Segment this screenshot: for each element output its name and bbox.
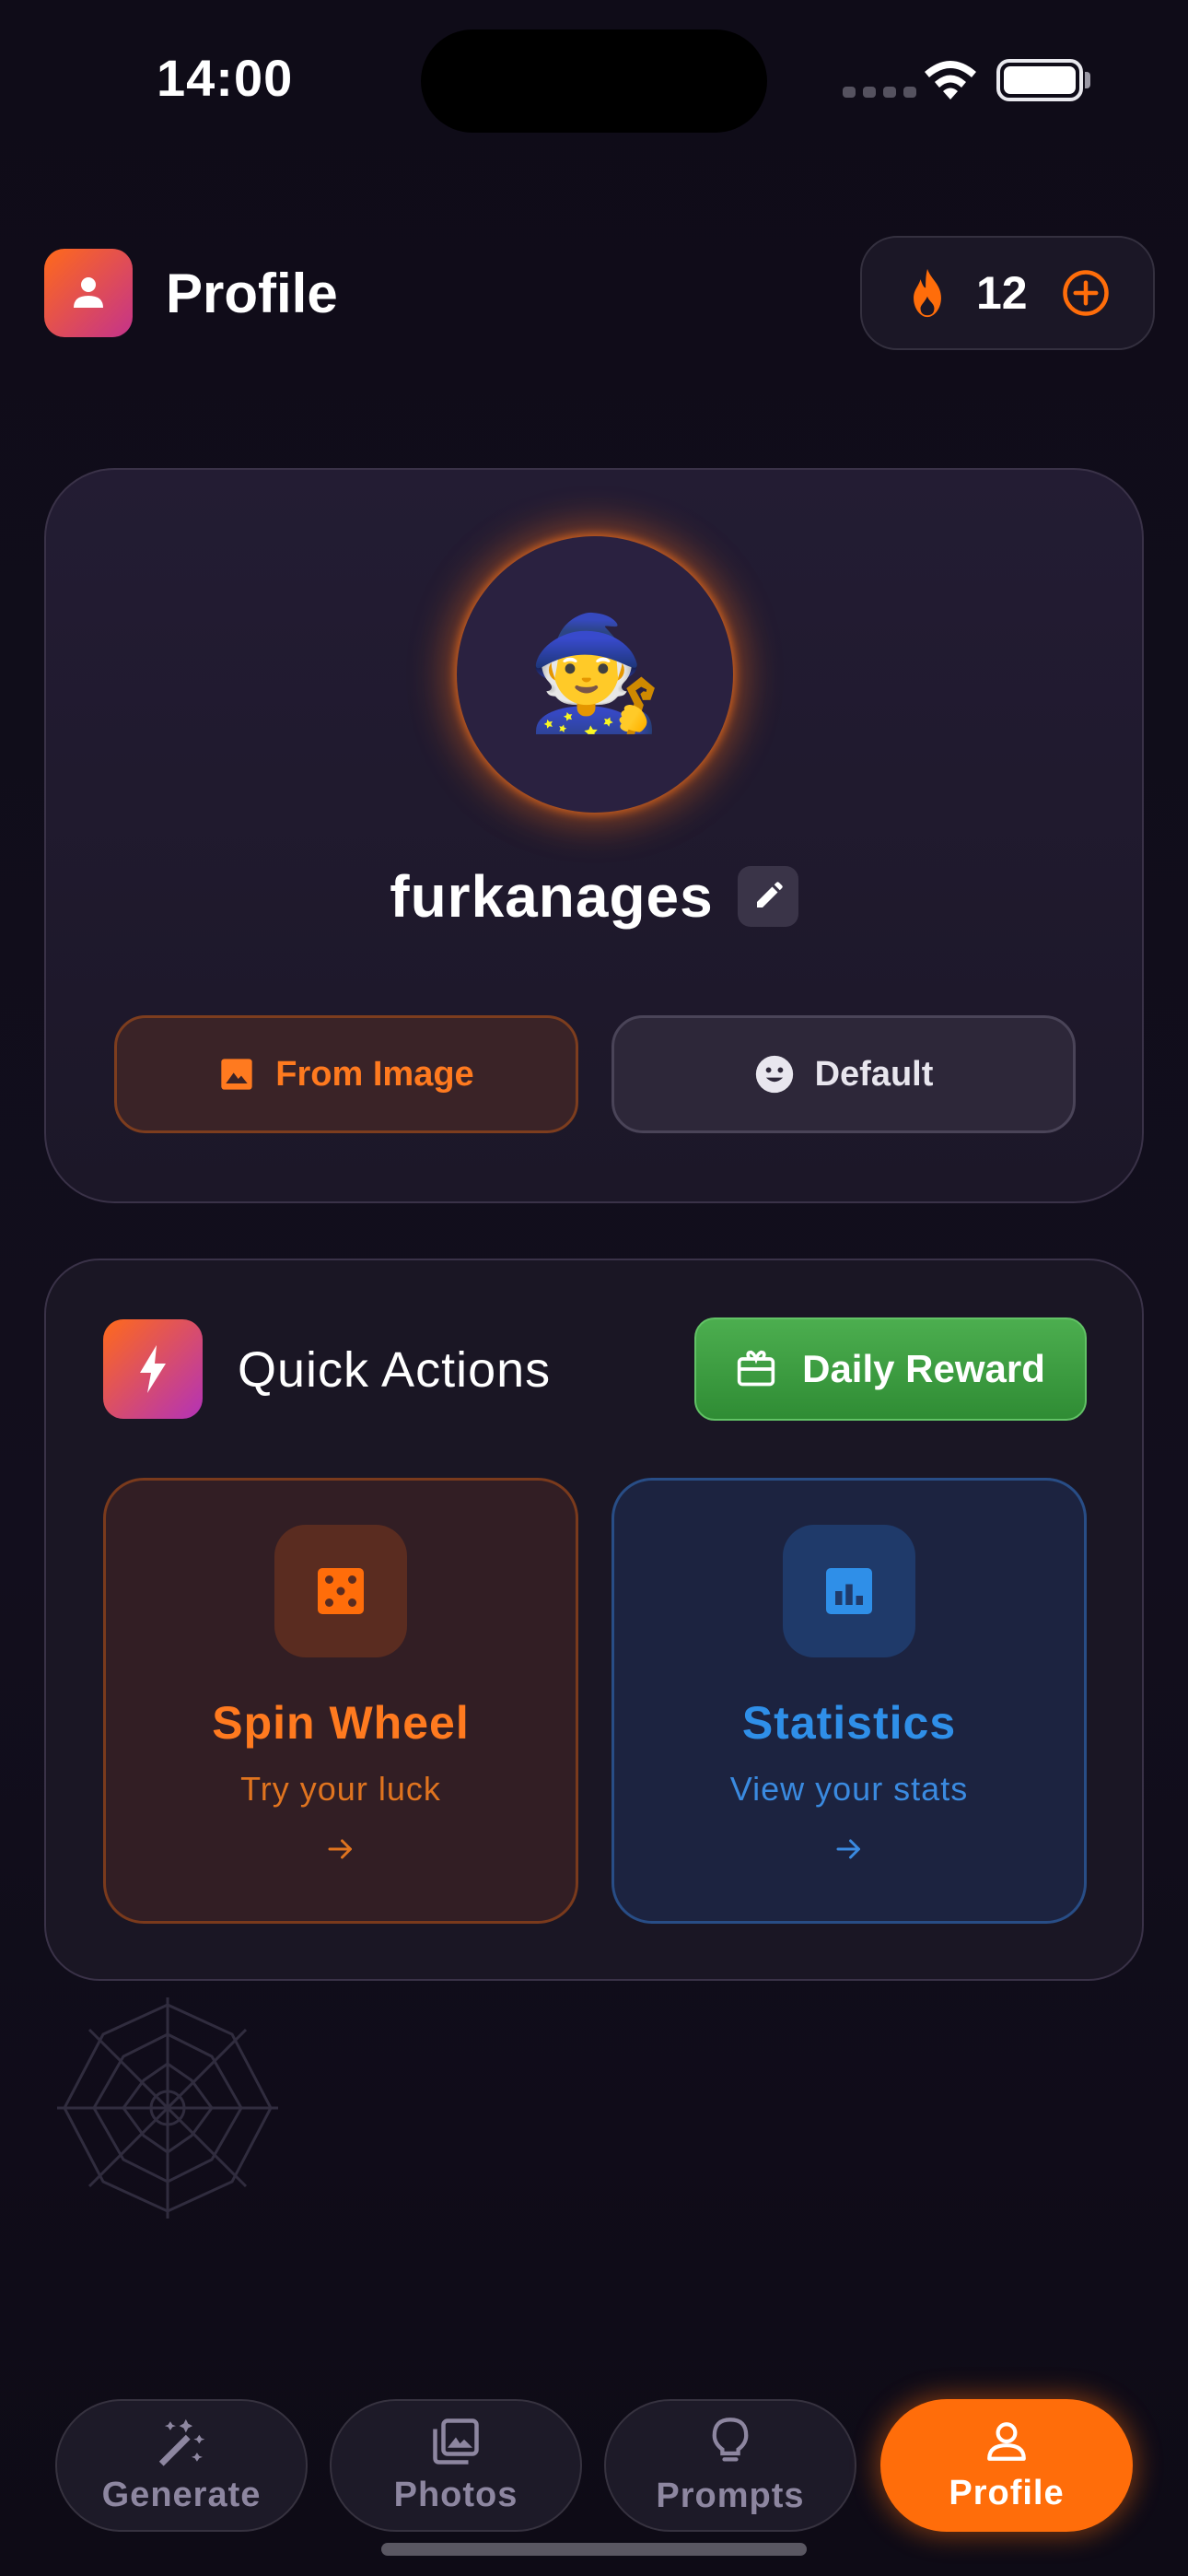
smiley-icon xyxy=(755,1055,793,1094)
nav-profile[interactable]: Profile xyxy=(880,2399,1133,2532)
default-avatar-button[interactable]: Default xyxy=(611,1015,1076,1133)
bar-chart-icon xyxy=(783,1525,915,1657)
person-icon xyxy=(987,2421,1026,2461)
nav-photos-label: Photos xyxy=(393,2475,518,2514)
quick-actions-title: Quick Actions xyxy=(238,1342,552,1398)
gift-card-icon xyxy=(737,1350,775,1387)
home-indicator[interactable] xyxy=(381,2543,807,2556)
spin-wheel-subtitle: Try your luck xyxy=(240,1770,441,1808)
dynamic-island xyxy=(421,29,767,133)
default-label: Default xyxy=(814,1054,934,1094)
nav-photos[interactable]: Photos xyxy=(330,2399,582,2532)
battery-icon xyxy=(996,59,1083,101)
wifi-icon xyxy=(925,61,976,100)
streak-count: 12 xyxy=(976,267,1028,319)
nav-generate-label: Generate xyxy=(101,2475,262,2514)
statistics-subtitle: View your stats xyxy=(729,1770,969,1808)
arrow-right-icon xyxy=(328,1839,352,1859)
profile-card: 🧙 furkanages From Image Default xyxy=(44,468,1144,1203)
quick-actions-card: Quick Actions Daily Reward Spin Wheel Tr… xyxy=(44,1259,1144,1981)
from-image-label: From Image xyxy=(275,1054,474,1094)
profile-header-icon xyxy=(44,249,133,337)
username: furkanages xyxy=(390,863,714,930)
edit-username-button[interactable] xyxy=(737,866,798,927)
quick-actions-icon xyxy=(103,1319,203,1419)
lightning-icon xyxy=(140,1345,166,1393)
page-title: Profile xyxy=(166,263,338,324)
dice-icon xyxy=(274,1525,407,1657)
status-time: 14:00 xyxy=(157,49,294,107)
avatar-emoji: 🧙 xyxy=(526,612,664,735)
cellular-signal-icon xyxy=(843,87,916,98)
profile-screen: 14:00 Profile 12 🧙 furkanages From Image… xyxy=(0,0,1188,2576)
statistics-title: Statistics xyxy=(741,1697,957,1749)
nav-profile-label: Profile xyxy=(949,2473,1065,2512)
person-icon xyxy=(74,277,103,308)
spin-wheel-title: Spin Wheel xyxy=(212,1697,470,1749)
pencil-icon xyxy=(756,882,783,907)
photo-library-icon xyxy=(433,2418,479,2465)
magic-wand-icon xyxy=(158,2418,205,2466)
nav-prompts-label: Prompts xyxy=(656,2476,805,2515)
streak-counter[interactable]: 12 xyxy=(860,236,1155,350)
statistics-tile[interactable]: Statistics View your stats xyxy=(611,1478,1087,1924)
image-icon xyxy=(221,1059,252,1090)
daily-reward-label: Daily Reward xyxy=(802,1347,1045,1390)
cobweb-icon xyxy=(57,1997,278,2219)
battery-cap xyxy=(1085,72,1090,88)
flame-icon xyxy=(914,268,941,318)
avatar[interactable]: 🧙 xyxy=(457,536,733,813)
lightbulb-icon xyxy=(712,2417,749,2462)
add-circle-icon[interactable] xyxy=(1061,268,1111,318)
from-image-button[interactable]: From Image xyxy=(114,1015,578,1133)
nav-generate[interactable]: Generate xyxy=(55,2399,308,2532)
nav-prompts[interactable]: Prompts xyxy=(604,2399,856,2532)
arrow-right-icon xyxy=(836,1839,860,1859)
spin-wheel-tile[interactable]: Spin Wheel Try your luck xyxy=(103,1478,578,1924)
daily-reward-button[interactable]: Daily Reward xyxy=(694,1317,1087,1421)
username-row: furkanages xyxy=(46,862,1142,931)
